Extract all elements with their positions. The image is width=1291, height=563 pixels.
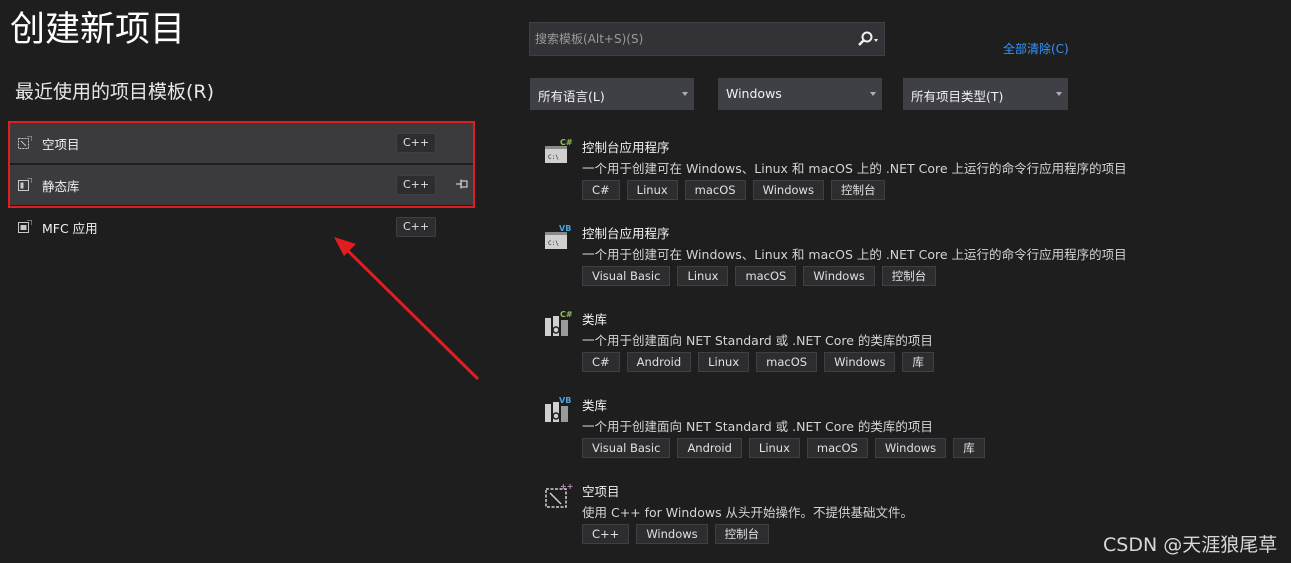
tag-list: Visual Basic Android Linux macOS Windows… [582, 438, 985, 458]
chevron-down-icon [1056, 92, 1062, 96]
platform-filter-dropdown[interactable]: Windows [718, 78, 882, 110]
template-class-library-csharp[interactable]: C# 类库 一个用于创建面向 NET Standard 或 .NET Core … [544, 310, 1244, 390]
tag: 控制台 [881, 266, 937, 286]
console-app-icon: C:\ C# [545, 138, 573, 163]
tag: C# [582, 180, 620, 200]
tag: macOS [806, 438, 868, 458]
tag-list: C# Linux macOS Windows 控制台 [582, 180, 886, 200]
annotation-highlight-box [8, 121, 475, 208]
tag: 控制台 [714, 524, 770, 544]
icon-badge: C# [560, 310, 573, 319]
tag: Linux [748, 438, 800, 458]
dropdown-value: 所有项目类型(T) [911, 89, 1004, 104]
tag: Android [677, 438, 742, 458]
annotation-arrow [334, 237, 480, 381]
tag: Windows [636, 524, 708, 544]
tag: Windows [752, 180, 824, 200]
watermark: CSDN @天涯狼尾草 [1103, 534, 1278, 556]
icon-badge: VB [559, 224, 571, 233]
recent-item-label: MFC 应用 [42, 221, 98, 236]
tag-list: C++ Windows 控制台 [582, 524, 770, 544]
template-description: 一个用于创建面向 NET Standard 或 .NET Core 的类库的项目 [582, 419, 933, 434]
template-name: 控制台应用程序 [582, 226, 670, 241]
template-console-app-vb[interactable]: C:\ VB 控制台应用程序 一个用于创建可在 Windows、Linux 和 … [544, 224, 1244, 304]
tag: Windows [824, 352, 896, 372]
tag: 库 [953, 438, 985, 458]
chevron-down-icon [870, 92, 876, 96]
icon-badge: ++ [560, 482, 573, 491]
dropdown-value: Windows [726, 86, 782, 101]
template-search-box[interactable] [529, 22, 885, 56]
template-class-library-vb[interactable]: VB 类库 一个用于创建面向 NET Standard 或 .NET Core … [544, 396, 1244, 476]
svg-text:C:\: C:\ [548, 154, 559, 161]
tag: C# [582, 352, 620, 372]
tag: Windows [803, 266, 875, 286]
tag: macOS [735, 266, 797, 286]
clear-all-link[interactable]: 全部清除(C) [1003, 40, 1069, 57]
tag: Linux [626, 180, 678, 200]
language-filter-dropdown[interactable]: 所有语言(L) [530, 78, 694, 110]
template-name: 控制台应用程序 [582, 140, 670, 155]
page-title: 创建新项目 [10, 10, 186, 50]
tag: macOS [684, 180, 746, 200]
tag: Windows [874, 438, 947, 458]
search-icon [858, 31, 878, 46]
console-app-icon: C:\ VB [545, 224, 571, 249]
template-description: 一个用于创建面向 NET Standard 或 .NET Core 的类库的项目 [582, 333, 933, 348]
project-type-filter-dropdown[interactable]: 所有项目类型(T) [903, 78, 1068, 110]
template-name: 类库 [582, 398, 608, 413]
tag: 控制台 [830, 180, 886, 200]
template-console-app-csharp[interactable]: C:\ C# 控制台应用程序 一个用于创建可在 Windows、Linux 和 … [544, 138, 1244, 218]
recent-templates-heading: 最近使用的项目模板(R) [15, 81, 215, 103]
class-library-icon: VB [545, 396, 571, 422]
class-library-icon: C# [545, 310, 573, 336]
tag: Visual Basic [582, 438, 671, 458]
tag: Android [626, 352, 692, 372]
search-button[interactable] [854, 30, 882, 50]
search-input[interactable] [530, 23, 850, 55]
template-name: 空项目 [582, 484, 620, 499]
icon-badge: C# [560, 138, 573, 147]
chevron-down-icon [682, 92, 688, 96]
tag-list: C# Android Linux macOS Windows 库 [582, 352, 934, 372]
tag: Visual Basic [582, 266, 671, 286]
icon-badge: VB [559, 396, 571, 405]
tag: 库 [902, 352, 934, 372]
tag-list: Visual Basic Linux macOS Windows 控制台 [582, 266, 937, 286]
template-description: 使用 C++ for Windows 从头开始操作。不提供基础文件。 [582, 505, 914, 520]
svg-text:C:\: C:\ [548, 240, 559, 247]
mfc-app-icon [18, 220, 32, 233]
template-description: 一个用于创建可在 Windows、Linux 和 macOS 上的 .NET C… [582, 247, 1127, 262]
tag: Linux [677, 266, 729, 286]
tag: C++ [582, 524, 630, 544]
tag: macOS [756, 352, 818, 372]
dropdown-value: 所有语言(L) [538, 89, 605, 104]
tag: Linux [698, 352, 750, 372]
template-description: 一个用于创建可在 Windows、Linux 和 macOS 上的 .NET C… [582, 161, 1127, 176]
template-name: 类库 [582, 312, 608, 327]
empty-project-icon: ++ [545, 482, 573, 508]
